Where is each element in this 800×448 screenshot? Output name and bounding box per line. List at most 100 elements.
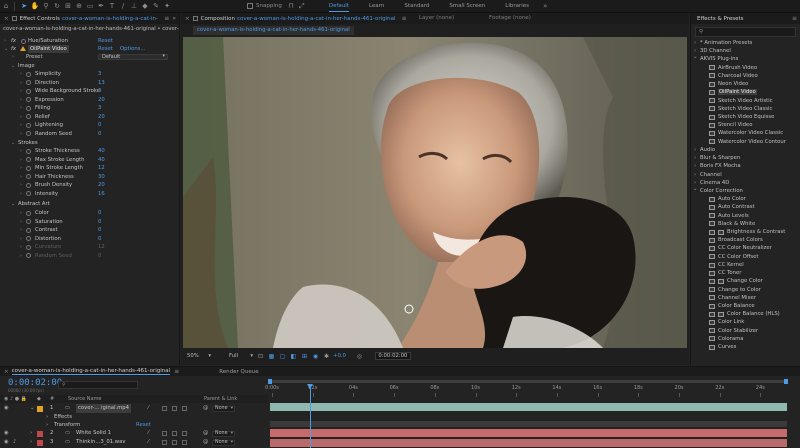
param-value[interactable]: 20 [98,181,105,189]
chevron-down-icon[interactable]: ⌄ [11,200,15,208]
timeline-timecode[interactable]: 0:00:02:00 [8,378,62,388]
layer-source-name[interactable]: Thinkin...3_01.wav [76,438,126,447]
disclosure-icon[interactable]: › [20,70,22,78]
param-value[interactable]: 3 [98,87,101,95]
stopwatch-icon[interactable] [26,227,31,233]
fx-toggle-icon[interactable]: fx [11,37,16,45]
param-group-strokes[interactable]: ⌄ Strokes [0,139,179,147]
stopwatch-icon[interactable] [26,236,31,241]
param-row[interactable]: › Stroke Thickness 40 [0,147,179,155]
effects-list-item[interactable]: CC Toner [691,269,800,277]
effects-list-item[interactable]: Channel [691,171,800,179]
composition-viewer[interactable] [183,37,687,348]
effects-list-item[interactable]: Auto Levels [691,212,800,220]
clone-stamp-tool-icon[interactable]: ⊥ [129,1,139,11]
effect-controls-tab[interactable]: Effect Controls [20,16,60,22]
shy-switch-icon[interactable]: ⁄ [148,438,149,447]
stopwatch-icon[interactable] [26,71,31,77]
stopwatch-icon[interactable] [26,191,31,196]
disclosure-icon[interactable]: ⌄ [4,45,8,53]
disclosure-icon[interactable]: › [20,79,22,87]
close-icon[interactable]: × [4,16,9,22]
reset-link[interactable]: Reset [98,37,113,45]
eye-icon[interactable]: ◉ [4,404,9,413]
param-row[interactable]: › Color 0 [0,209,179,217]
composition-flowchart-tab[interactable]: cover-a-woman-is-holding-a-cat-in-her-ha… [193,26,354,35]
magnification-dropdown[interactable]: 50% [187,352,211,360]
layer-3-bar[interactable] [270,439,787,447]
layer-switch-checkbox[interactable] [162,440,167,445]
pick-whip-icon[interactable]: @ [203,404,208,413]
disclosure-icon[interactable]: › [20,130,22,138]
preset-dropdown[interactable]: Default [98,54,168,60]
effects-list-item[interactable]: Audio [691,146,800,154]
stopwatch-icon[interactable] [26,165,31,171]
stopwatch-icon[interactable] [26,253,31,258]
layer-switch-checkbox[interactable] [172,440,177,445]
param-row[interactable]: › Contrast 0 [0,226,179,234]
effects-list-item[interactable]: CC Color Neutralizer [691,244,800,252]
disclosure-icon[interactable]: › [20,190,22,198]
channel-icon[interactable]: ◉ [312,353,319,360]
label-color-swatch[interactable] [37,430,43,437]
effect-name[interactable]: Hue/Saturation [28,37,68,45]
panel-menu-icon[interactable]: ≡ [402,15,407,22]
param-row[interactable]: › Max Stroke Length 40 [0,156,179,164]
layer-viewer-tab[interactable]: Layer (none) [419,15,454,21]
stopwatch-icon[interactable] [26,80,31,85]
options-link[interactable]: Options... [120,45,146,53]
layer-switch-checkbox[interactable] [162,431,167,436]
selection-tool-icon[interactable]: ➤ [19,1,29,11]
navigator-start-handle[interactable] [268,379,272,384]
effects-presets-tab[interactable]: Effects & Presets [697,16,744,22]
effects-list-item[interactable]: Auto Contrast [691,203,800,211]
effects-list-item[interactable]: Color Correction [691,185,800,195]
disclosure-icon[interactable]: › [20,121,22,129]
effects-list-item[interactable]: CC Color Offset [691,253,800,261]
layer-switch-checkbox[interactable] [182,406,187,411]
stopwatch-icon[interactable] [26,244,31,250]
timeline-search-input[interactable]: ⚲ [58,381,138,389]
stopwatch-icon[interactable] [26,182,31,188]
effects-list-item[interactable]: Boris FX Mocha [691,162,800,170]
effects-list-item[interactable]: Neon Video [691,80,800,88]
stopwatch-icon[interactable] [26,148,31,154]
effects-list-item[interactable]: 3D Channel [691,47,800,55]
disclosure-icon[interactable]: › [20,226,22,234]
eye-icon[interactable]: ◉ [4,438,9,447]
layer-source-name[interactable]: cover-... iginal.mp4 [76,404,131,413]
pan-behind-tool-icon[interactable]: ⊕ [74,1,84,11]
snapping-checkbox[interactable] [247,3,253,9]
stopwatch-icon[interactable] [26,97,31,102]
reset-link[interactable]: Reset [98,45,113,53]
current-time-indicator[interactable] [307,384,313,448]
parent-link-header[interactable]: Parent & Link [204,395,237,403]
workspace-default[interactable]: Default [328,3,350,12]
effect-name[interactable]: OilPaint Video [28,45,69,53]
panel-menu-icon[interactable]: ≡ [792,15,797,22]
param-value[interactable]: 3 [98,70,101,78]
param-row[interactable]: › Distortion 0 [0,235,179,243]
param-value[interactable]: 30 [98,173,105,181]
label-color-swatch[interactable] [37,439,43,446]
param-value[interactable]: 0 [98,209,101,217]
source-name-header[interactable]: Source Name [68,395,102,403]
stopwatch-icon[interactable] [26,122,31,128]
timeline-tab[interactable]: cover-a-woman-is-holding-a-cat-in-her-ha… [11,368,171,375]
disclosure-icon[interactable]: › [20,156,22,164]
layer-2-bar[interactable] [270,429,787,437]
render-queue-tab[interactable]: Render Queue [219,369,258,375]
param-value[interactable]: 0 [98,252,101,260]
workspace-small-screen[interactable]: Small Screen [449,3,485,9]
resolution-dropdown[interactable]: Full [229,352,253,360]
layer-switch-checkbox[interactable] [182,431,187,436]
panel-overflow-icon[interactable]: » [172,15,176,22]
param-value[interactable]: 0 [98,226,101,234]
param-row[interactable]: › Brush Density 20 [0,181,179,189]
footage-viewer-tab[interactable]: Footage (none) [489,15,531,21]
effects-list-item[interactable]: OilPaint Video [691,88,800,96]
disclosure-icon[interactable]: › [20,113,22,121]
effects-list-item[interactable]: Color Link [691,318,800,326]
layer-switch-checkbox[interactable] [172,431,177,436]
param-row[interactable]: › Hair Thickness 30 [0,173,179,181]
